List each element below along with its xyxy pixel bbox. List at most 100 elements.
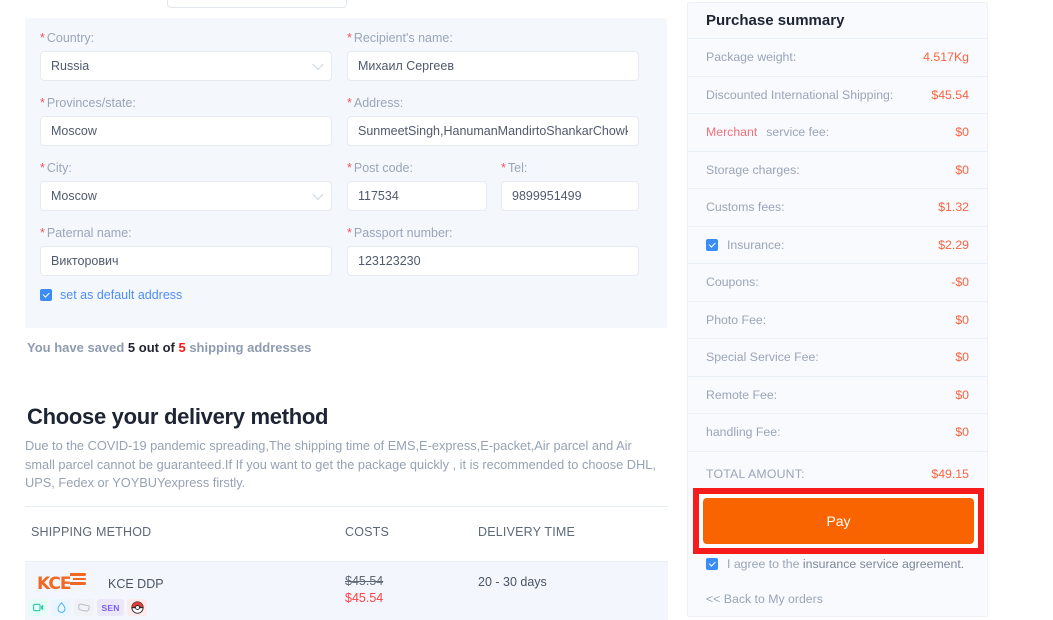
insurance-agreement-link[interactable]: insurance service agreement.	[803, 557, 964, 571]
passport-number-value: 123123230	[358, 254, 421, 268]
city-value: Moscow	[51, 189, 97, 203]
summary-value: $0	[955, 312, 969, 327]
province-value: Moscow	[51, 124, 97, 138]
pokeball-icon	[127, 599, 147, 616]
insurance-agreement-row[interactable]: I agree to the insurance service agreeme…	[706, 557, 964, 571]
delivery-method-description: Due to the COVID-19 pandemic spreading,T…	[25, 438, 656, 490]
purchase-summary-title: Purchase summary	[688, 3, 987, 39]
field-address: * Address: SunmeetSingh,HanumanMandirtoSh…	[347, 95, 639, 146]
required-asterisk: *	[347, 31, 352, 45]
insurance-agreement-label: I agree to the insurance service agreeme…	[727, 557, 965, 571]
summary-label: Storage charges:	[706, 162, 800, 177]
column-header-shipping-method: SHIPPING METHOD	[31, 525, 152, 539]
field-paternal-name: * Paternal name: Викторович	[40, 225, 332, 276]
paternal-name-value: Викторович	[51, 254, 119, 268]
summary-value: $1.32	[938, 200, 969, 215]
insurance-checkbox[interactable]	[706, 238, 718, 251]
summary-label: handling Fee:	[706, 425, 781, 440]
summary-label: Photo Fee:	[706, 312, 767, 327]
summary-row-insurance[interactable]: Insurance: $2.29	[688, 227, 987, 264]
video-icon	[28, 599, 48, 616]
purchase-summary-panel: Purchase summary Package weight: 4.517Kg…	[687, 2, 988, 617]
field-passport-number: * Passport number: 123123230	[347, 225, 639, 276]
field-city: * City: Moscow	[40, 160, 332, 211]
tel-value: 9899951499	[512, 189, 582, 203]
required-asterisk: *	[347, 226, 352, 240]
sen-badge: SEN	[97, 599, 124, 616]
province-input[interactable]: Moscow	[40, 116, 332, 146]
summary-row-discounted-shipping: Discounted International Shipping: $45.5…	[688, 77, 987, 114]
summary-label: Merchant service fee:	[706, 125, 830, 140]
required-asterisk: *	[40, 31, 45, 45]
set-default-address-row[interactable]: set as default address	[40, 288, 182, 302]
address-input[interactable]: SunmeetSingh,HanumanMandirtoShankarChowk…	[347, 116, 639, 146]
summary-value: -$0	[951, 275, 969, 290]
saved-count: 5 out of	[127, 340, 179, 355]
field-province-label: * Provinces/state:	[40, 96, 136, 110]
field-tel-label: * Tel:	[501, 161, 528, 175]
paternal-name-input[interactable]: Викторович	[40, 246, 332, 276]
post-code-value: 117534	[358, 189, 399, 203]
summary-row-customs-fees: Customs fees: $1.32	[688, 189, 987, 227]
water-drop-icon	[51, 599, 71, 616]
chevron-down-icon	[312, 58, 324, 71]
tel-input[interactable]: 9899951499	[501, 181, 639, 211]
shipping-delivery-time: 20 - 30 days	[478, 575, 547, 589]
address-value: SunmeetSingh,HanumanMandirtoShankarChowk…	[358, 124, 628, 138]
passport-number-input[interactable]: 123123230	[347, 246, 639, 276]
bag-icon	[74, 599, 94, 616]
summary-label: Insurance:	[706, 238, 784, 252]
set-default-address-label: set as default address	[60, 288, 183, 302]
summary-value: $0	[955, 162, 969, 177]
delivery-method-title: Choose your delivery method	[27, 404, 329, 429]
summary-label: Discounted International Shipping:	[706, 87, 894, 102]
chevron-down-icon	[312, 188, 324, 201]
insurance-agreement-checkbox[interactable]	[706, 558, 718, 570]
kce-logo: KCE	[37, 573, 86, 593]
summary-row-photo-fee: Photo Fee: $0	[688, 302, 987, 339]
pay-button[interactable]: Pay	[703, 498, 974, 544]
country-select[interactable]: Russia	[40, 51, 332, 81]
field-tel: * Tel: 9899951499	[501, 160, 639, 211]
required-asterisk: *	[347, 161, 352, 175]
saved-addresses-text: You have saved 5 out of 5 shipping addre…	[27, 340, 312, 355]
column-header-costs: COSTS	[345, 525, 390, 539]
kce-logo-bars-icon	[69, 573, 86, 587]
address-form-panel: * Country: Russia * Recipient's name: Миха…	[25, 18, 667, 328]
summary-label: Package weight:	[706, 50, 797, 65]
summary-value: $0	[955, 425, 969, 440]
post-code-input[interactable]: 117534	[347, 181, 487, 211]
summary-label: Customs fees:	[706, 200, 785, 215]
insurance-label: Insurance:	[727, 237, 785, 252]
left-column: * Country: Russia * Recipient's name: Миха…	[0, 0, 685, 620]
summary-row-merchant-service-fee: Merchant service fee: $0	[688, 114, 987, 152]
required-asterisk: *	[40, 161, 45, 175]
summary-value: $0	[955, 350, 969, 365]
field-city-label: * City:	[40, 161, 72, 175]
field-province: * Provinces/state: Moscow	[40, 95, 332, 146]
cut-off-input-above[interactable]	[167, 0, 347, 8]
set-default-address-checkbox[interactable]	[40, 289, 52, 301]
summary-row-special-service-fee: Special Service Fee: $0	[688, 339, 987, 377]
summary-label: Coupons:	[706, 275, 759, 290]
summary-row-coupons: Coupons: -$0	[688, 264, 987, 302]
checkout-page: * Country: Russia * Recipient's name: Миха…	[0, 0, 1053, 620]
kce-logo-text: KCE	[37, 573, 71, 594]
country-value: Russia	[51, 59, 90, 73]
summary-row-remote-fee: Remote Fee: $0	[688, 377, 987, 414]
city-select[interactable]: Moscow	[40, 181, 332, 211]
summary-row-handling-fee: handling Fee: $0	[688, 414, 987, 452]
required-asterisk: *	[40, 96, 45, 110]
summary-row-storage-charges: Storage charges: $0	[688, 152, 987, 189]
shipping-badges: SEN	[28, 599, 147, 616]
back-to-my-orders-link[interactable]: << Back to My orders	[706, 592, 823, 606]
recipient-name-input[interactable]: Михаил Сергеев	[347, 51, 639, 81]
column-header-delivery-time: DELIVERY TIME	[478, 525, 576, 539]
summary-value: $0	[955, 125, 969, 140]
field-recipient-name-label: * Recipient's name:	[347, 31, 453, 45]
recipient-name-value: Михаил Сергеев	[358, 59, 454, 73]
summary-label: Special Service Fee:	[706, 350, 819, 365]
field-paternal-name-label: * Paternal name:	[40, 226, 132, 240]
field-post-code-label: * Post code:	[347, 161, 413, 175]
total-amount-label: TOTAL AMOUNT:	[706, 466, 805, 481]
